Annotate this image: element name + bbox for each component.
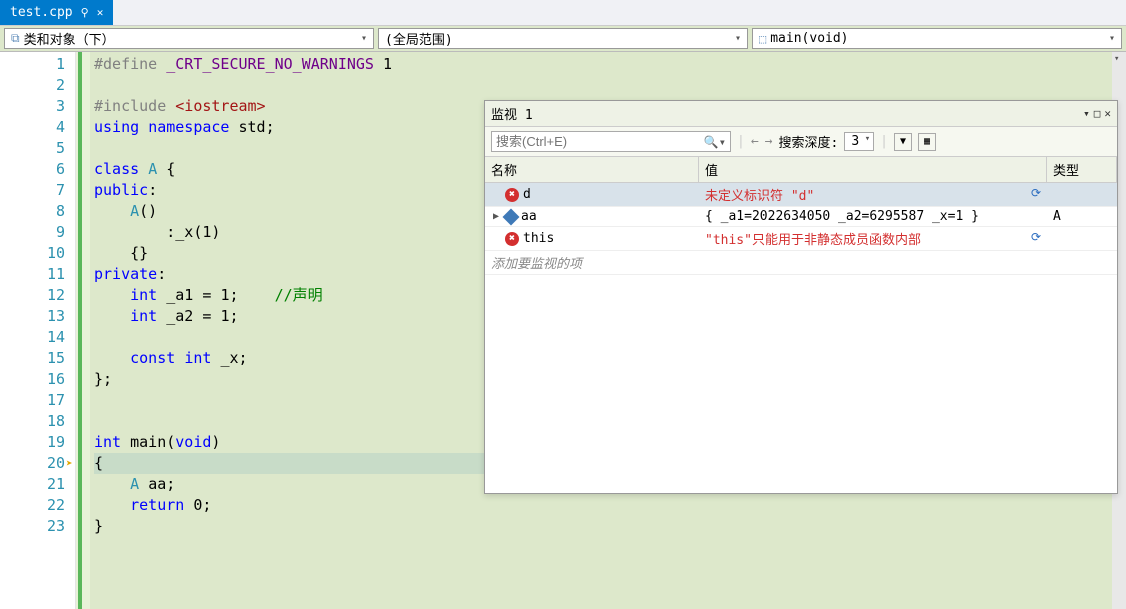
watch-type: A [1047, 207, 1117, 226]
window-menu-icon[interactable]: ▾ [1083, 107, 1090, 120]
line-number: 7 [0, 180, 65, 201]
tab-label: test.cpp [10, 5, 73, 20]
error-icon: ✖ [505, 188, 519, 202]
refresh-icon[interactable]: ⟳ [1031, 186, 1041, 200]
separator: | [737, 134, 745, 149]
line-number: 14 [0, 327, 65, 348]
separator: | [880, 134, 888, 149]
watch-title-text: 监视 1 [491, 104, 1079, 123]
col-value[interactable]: 值 [699, 157, 1047, 182]
close-icon[interactable]: ✕ [1104, 107, 1111, 120]
code-line[interactable]: return 0; [94, 495, 1122, 516]
line-number: 9 [0, 222, 65, 243]
line-number: 17 [0, 390, 65, 411]
line-number: 4 [0, 117, 65, 138]
line-number: 19 [0, 432, 65, 453]
watch-row[interactable]: ✖ this "this"只能用于非静态成员函数内部⟳ [485, 227, 1117, 251]
line-number: 8 [0, 201, 65, 222]
expand-icon[interactable]: ▶ [491, 211, 501, 222]
tab-bar: test.cpp ⚲ ✕ [0, 0, 1126, 26]
error-icon: ✖ [505, 232, 519, 246]
line-number: 2 [0, 75, 65, 96]
line-number: 16 [0, 369, 65, 390]
watch-grid-header: 名称 值 类型 [485, 157, 1117, 183]
watch-titlebar[interactable]: 监视 1 ▾ □ ✕ [485, 101, 1117, 127]
file-tab[interactable]: test.cpp ⚲ ✕ [0, 0, 113, 25]
line-number: 5 [0, 138, 65, 159]
line-number: 11 [0, 264, 65, 285]
search-icon[interactable]: 🔍▾ [704, 135, 726, 149]
add-watch-label: 添加要监视的项 [485, 251, 699, 274]
line-number: 23 [0, 516, 65, 537]
code-line[interactable] [94, 75, 1122, 96]
watch-value: { _a1=2022634050 _a2=6295587 _x=1 } [699, 207, 1047, 226]
cube-icon: ⬚ [759, 32, 766, 46]
line-number: 18 [0, 411, 65, 432]
dropdown-label: main(void) [770, 31, 848, 46]
watch-name: aa [521, 209, 537, 224]
dropdown-label: 类和对象（下） [24, 29, 115, 48]
line-number: 10 [0, 243, 65, 264]
line-number: 6 [0, 159, 65, 180]
line-number: 12 [0, 285, 65, 306]
line-number: 1 [0, 54, 65, 75]
watch-add-row[interactable]: 添加要监视的项 [485, 251, 1117, 275]
line-number: 20 [0, 453, 65, 474]
watch-value: "this"只能用于非静态成员函数内部⟳ [699, 227, 1047, 250]
scope-dropdown-project[interactable]: ⧉ 类和对象（下） [4, 28, 374, 49]
close-icon[interactable]: ✕ [97, 6, 104, 19]
col-name[interactable]: 名称 [485, 157, 699, 182]
watch-row[interactable]: ▶ aa { _a1=2022634050 _a2=6295587 _x=1 }A [485, 207, 1117, 227]
nav-forward-icon[interactable]: → [765, 134, 773, 149]
breakpoint-arrow-icon: ➤ [66, 453, 73, 474]
change-margin [76, 52, 90, 609]
watch-name: this [523, 231, 554, 246]
scope-dropdown-function[interactable]: ⬚ main(void) [752, 28, 1122, 49]
refresh-icon[interactable]: ⟳ [1031, 230, 1041, 244]
watch-window: 监视 1 ▾ □ ✕ 🔍▾ | ← → 搜索深度: 3 | ▼ ▦ 名称 值 类… [484, 100, 1118, 494]
scope-dropdown-global[interactable]: (全局范围) [378, 28, 748, 49]
watch-toolbar: 🔍▾ | ← → 搜索深度: 3 | ▼ ▦ [485, 127, 1117, 157]
col-type[interactable]: 类型 [1047, 157, 1117, 182]
filter-icon[interactable]: ▼ [894, 133, 912, 151]
object-icon [503, 208, 520, 225]
watch-row[interactable]: ✖ d 未定义标识符 "d"⟳ [485, 183, 1117, 207]
watch-value: 未定义标识符 "d"⟳ [699, 183, 1047, 206]
columns-icon[interactable]: ▦ [918, 133, 936, 151]
class-icon: ⧉ [11, 31, 20, 46]
code-line[interactable]: } [94, 516, 1122, 537]
line-number: 13 [0, 306, 65, 327]
pin-icon[interactable]: ⚲ [81, 6, 89, 19]
line-number: 3 [0, 96, 65, 117]
watch-grid-body: ✖ d 未定义标识符 "d"⟳ ▶ aa { _a1=2022634050 _a2=629… [485, 183, 1117, 493]
depth-dropdown[interactable]: 3 [844, 132, 874, 151]
watch-type [1047, 193, 1117, 197]
search-input[interactable] [496, 134, 704, 149]
line-gutter: 1234567891011121314151617181920212223 [0, 52, 76, 609]
watch-search[interactable]: 🔍▾ [491, 131, 731, 152]
nav-dropdown-bar: ⧉ 类和对象（下） (全局范围) ⬚ main(void) [0, 26, 1126, 52]
nav-back-icon[interactable]: ← [751, 134, 759, 149]
line-number: 22 [0, 495, 65, 516]
dropdown-label: (全局范围) [385, 29, 453, 48]
watch-type [1047, 237, 1117, 241]
line-number: 15 [0, 348, 65, 369]
code-line[interactable]: #define _CRT_SECURE_NO_WARNINGS 1 [94, 54, 1122, 75]
watch-name: d [523, 187, 531, 202]
maximize-icon[interactable]: □ [1094, 107, 1101, 120]
line-number: 21 [0, 474, 65, 495]
depth-label: 搜索深度: [778, 132, 838, 151]
